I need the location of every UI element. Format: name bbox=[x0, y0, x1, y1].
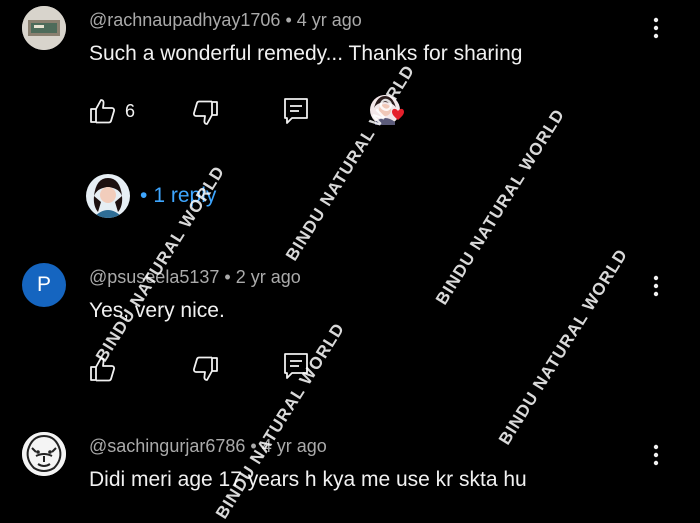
more-options-icon[interactable] bbox=[646, 440, 666, 470]
dislike-button[interactable] bbox=[191, 356, 219, 382]
comment-1-text: Such a wonderful remedy... Thanks for sh… bbox=[89, 42, 523, 65]
watermark: BINDU NATURAL WORLD bbox=[282, 61, 419, 265]
watermark: BINDU NATURAL WORLD bbox=[495, 245, 632, 449]
reply-bullet: • bbox=[140, 184, 148, 207]
creator-heart-icon bbox=[370, 95, 404, 125]
comment-1-author[interactable]: @rachnaupadhyay1706 bbox=[89, 10, 280, 30]
comment-3-text: Didi meri age 17 years h kya me use kr s… bbox=[89, 468, 527, 491]
comment-1-meta: @rachnaupadhyay1706 • 4 yr ago bbox=[89, 10, 362, 31]
comment-1-age: 4 yr ago bbox=[296, 10, 362, 30]
thumbs-up-icon bbox=[90, 99, 116, 124]
comment-2-age: 2 yr ago bbox=[235, 267, 301, 287]
watermark: BINDU NATURAL WORLD bbox=[432, 105, 569, 309]
reply-button[interactable] bbox=[283, 97, 309, 125]
meta-separator: • bbox=[250, 436, 257, 456]
dislike-button[interactable] bbox=[191, 100, 219, 126]
avatar-letter: P bbox=[36, 273, 51, 296]
meta-separator: • bbox=[224, 267, 231, 287]
more-options-icon[interactable] bbox=[646, 13, 666, 43]
lion-sketch-icon bbox=[22, 432, 66, 476]
comment-1-avatar[interactable] bbox=[22, 6, 66, 50]
reply-button[interactable] bbox=[283, 352, 309, 380]
like-button[interactable] bbox=[89, 356, 117, 382]
avatar-photo-icon bbox=[22, 6, 66, 50]
thumbs-down-icon bbox=[192, 356, 218, 381]
like-button[interactable]: 6 bbox=[89, 98, 135, 124]
reply-comment-icon bbox=[284, 98, 308, 124]
watermark: BINDU NATURAL WORLD bbox=[212, 319, 349, 523]
comment-2-text: Yes, very nice. bbox=[89, 299, 225, 322]
comment-2-author[interactable]: @psuseela5137 bbox=[89, 267, 219, 287]
reply-avatar bbox=[86, 174, 130, 218]
comment-2-meta: @psuseela5137 • 2 yr ago bbox=[89, 267, 301, 288]
comment-3-avatar[interactable] bbox=[22, 432, 66, 476]
thumbs-up-icon bbox=[90, 357, 116, 382]
view-replies-row[interactable]: • 1 reply bbox=[86, 174, 216, 218]
reply-comment-icon bbox=[284, 353, 308, 379]
like-count: 6 bbox=[125, 100, 136, 121]
comment-2-avatar[interactable]: P bbox=[22, 263, 66, 307]
comment-3-author[interactable]: @sachingurjar6786 bbox=[89, 436, 245, 456]
thumbs-down-icon bbox=[192, 100, 218, 125]
meta-separator: • bbox=[285, 10, 292, 30]
view-replies-link[interactable]: 1 reply bbox=[153, 184, 216, 208]
comment-3-meta: @sachingurjar6786 • 4 yr ago bbox=[89, 436, 327, 457]
creator-heart-badge bbox=[369, 94, 411, 130]
more-options-icon[interactable] bbox=[646, 271, 666, 301]
comment-3-age: 4 yr ago bbox=[261, 436, 327, 456]
reply-avatar-photo-icon bbox=[86, 174, 130, 218]
